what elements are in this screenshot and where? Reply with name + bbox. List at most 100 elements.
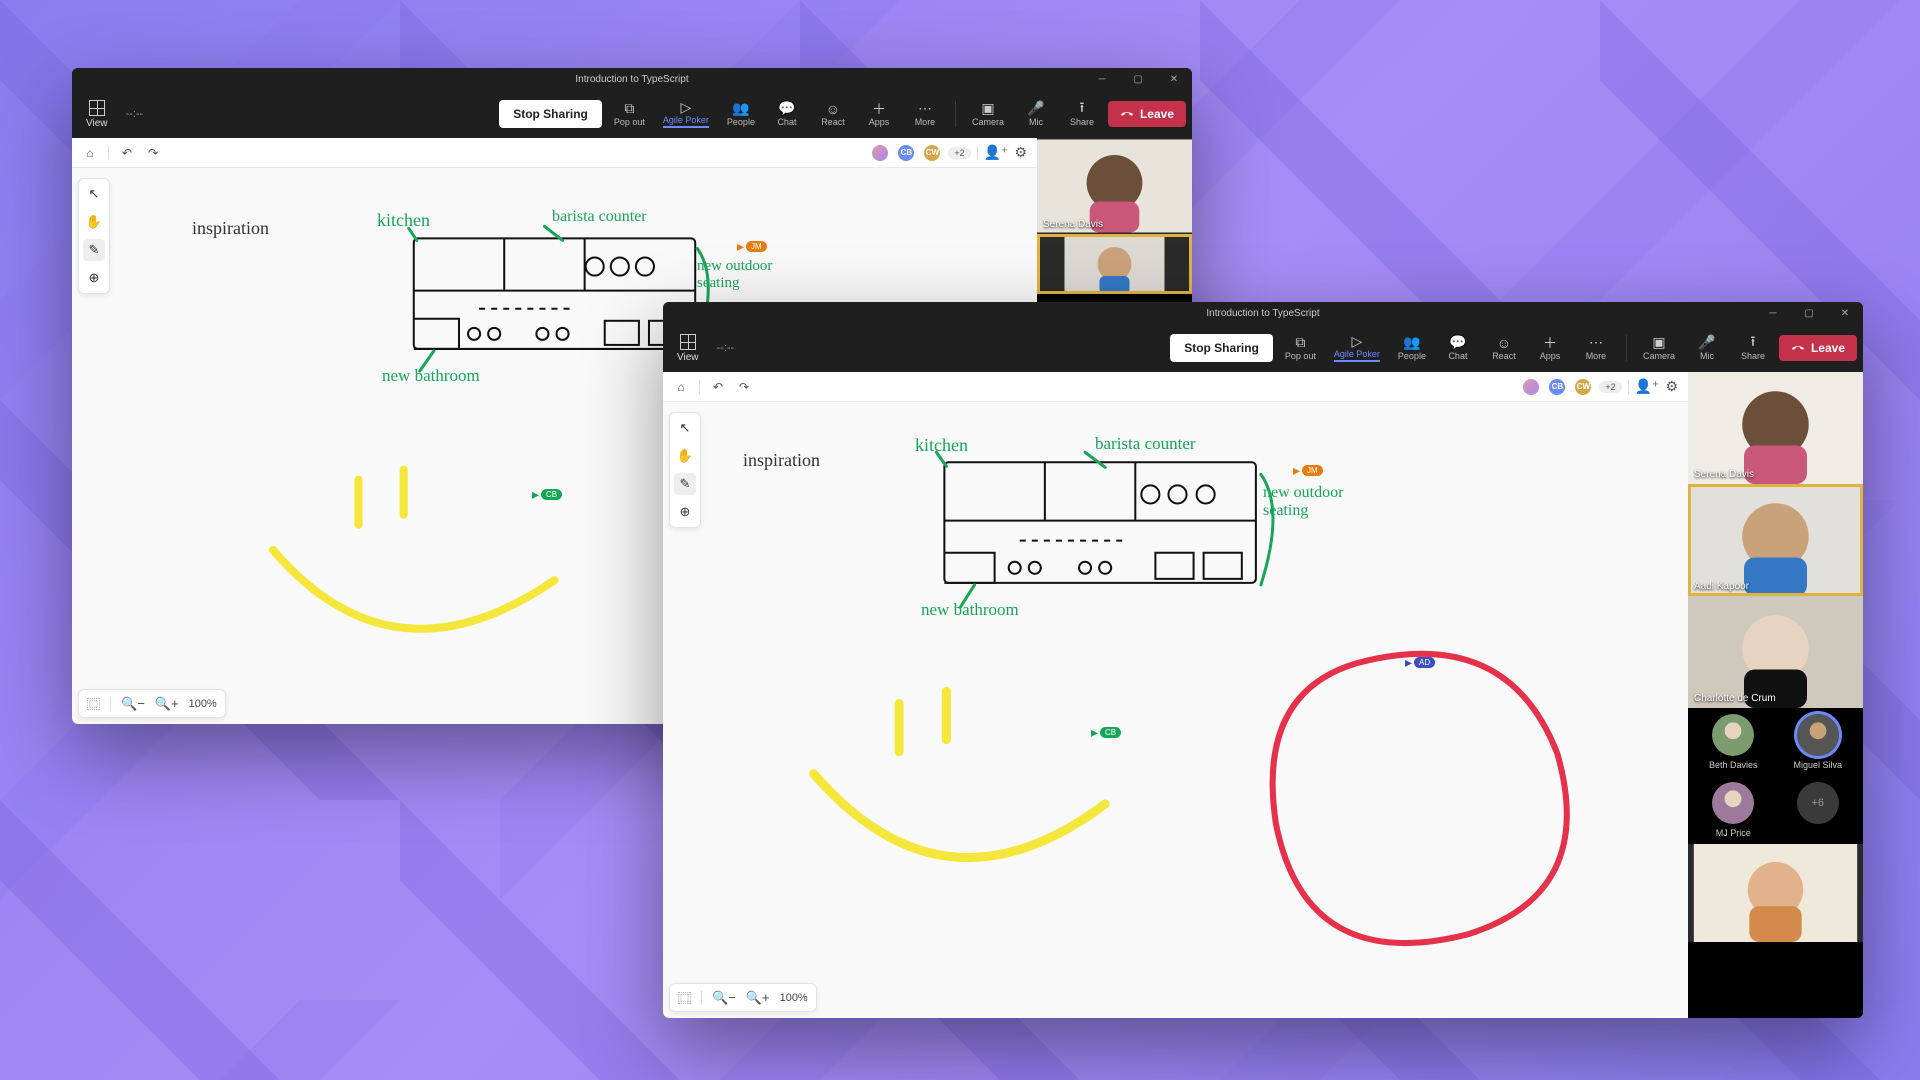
collab-avatar[interactable]: CW [922,143,942,163]
participant-tile[interactable]: Serena Davis [1688,372,1863,484]
settings-icon[interactable]: ⚙ [1665,378,1678,395]
maximize-button[interactable]: ▢ [1791,302,1827,324]
select-tool[interactable]: ↖ [83,183,105,205]
participant-name: Serena Davis [1694,469,1754,480]
zoom-in-button[interactable]: 🔍+ [746,990,770,1006]
participant-more[interactable]: +6 [1797,782,1839,838]
select-tool[interactable]: ↖ [674,417,696,439]
participant-tile[interactable] [1037,234,1192,294]
agile-poker-button[interactable]: ▷Agile Poker [1328,332,1386,364]
more-button[interactable]: ⋯More [1576,334,1616,363]
collab-avatar[interactable]: CW [1573,377,1593,397]
home-icon[interactable]: ⌂ [82,145,98,161]
stop-sharing-button[interactable]: Stop Sharing [1170,334,1273,362]
ink-text-inspiration: inspiration [743,450,820,471]
people-button[interactable]: 👥People [1392,334,1432,363]
people-icon: 👥 [1404,336,1420,350]
grid-icon [89,100,105,116]
tool-tray: ↖ ✋ ✎ ⊕ [78,178,110,294]
undo-button[interactable]: ↶ [119,145,135,161]
ink-text-bathroom: new bathroom [921,600,1019,620]
ink-layer [663,402,1688,1018]
collab-avatar[interactable]: CB [1547,377,1567,397]
react-button[interactable]: ☺React [1484,334,1524,363]
map-icon[interactable]: ⿴ [678,988,691,1007]
participant-avatar[interactable]: Miguel Silva [1793,714,1842,770]
popout-button[interactable]: ⧉Pop out [1279,334,1322,363]
zoom-tray: ⿴ 🔍− 🔍+ 100% [669,983,817,1012]
participant-self-tile[interactable] [1688,844,1863,942]
stop-sharing-button[interactable]: Stop Sharing [499,100,602,128]
camera-icon: ▣ [1651,336,1667,350]
window-title: Introduction to TypeScript [1206,308,1319,319]
leave-button[interactable]: Leave [1779,335,1857,361]
view-button[interactable]: View [669,330,707,367]
share-button[interactable]: ⭱Share [1062,100,1102,129]
home-icon[interactable]: ⌂ [673,379,689,395]
collab-more-badge[interactable]: +2 [948,147,970,159]
ink-text-bathroom: new bathroom [382,366,480,386]
people-button[interactable]: 👥People [721,100,761,129]
title-bar: Introduction to TypeScript ─ ▢ ✕ [72,68,1192,90]
pen-tool[interactable]: ✎ [83,239,105,261]
collab-more-badge[interactable]: +2 [1599,381,1621,393]
settings-icon[interactable]: ⚙ [1014,144,1027,161]
ink-text-outdoor: new outdoor seating [697,258,777,291]
collab-avatar[interactable]: CB [896,143,916,163]
zoom-out-button[interactable]: 🔍− [712,990,736,1006]
ellipsis-icon: ⋯ [917,102,933,116]
collab-avatar[interactable] [870,143,890,163]
participant-tile[interactable]: Charlotte de Crum [1688,596,1863,708]
popout-button[interactable]: ⧉Pop out [608,100,651,129]
add-tool[interactable]: ⊕ [674,501,696,523]
minimize-button[interactable]: ─ [1084,68,1120,90]
zoom-out-button[interactable]: 🔍− [121,696,145,712]
redo-button[interactable]: ↷ [736,379,752,395]
whiteboard-canvas[interactable]: ↖ ✋ ✎ ⊕ [663,402,1688,1018]
redo-button[interactable]: ↷ [145,145,161,161]
camera-button[interactable]: ▣Camera [1637,334,1681,363]
close-button[interactable]: ✕ [1827,302,1863,324]
people-icon: 👥 [733,102,749,116]
hangup-icon [1791,341,1805,355]
apps-button[interactable]: ＋Apps [1530,334,1570,363]
more-button[interactable]: ⋯More [905,100,945,129]
collab-avatar[interactable] [1521,377,1541,397]
zoom-in-button[interactable]: 🔍+ [155,696,179,712]
react-icon: ☺ [825,102,841,116]
popout-icon: ⧉ [621,102,637,116]
zoom-tray: ⿴ 🔍− 🔍+ 100% [78,689,226,718]
map-icon[interactable]: ⿴ [87,694,100,713]
pan-tool[interactable]: ✋ [674,445,696,467]
undo-button[interactable]: ↶ [710,379,726,395]
participant-tile[interactable]: Serena Davis [1037,138,1192,234]
mic-button[interactable]: 🎤Mic [1016,100,1056,129]
chat-button[interactable]: 💬Chat [767,100,807,129]
minimize-button[interactable]: ─ [1755,302,1791,324]
canvas-toolbar: ⌂ ↶ ↷ CB CW +2 👤⁺ ⚙ [72,138,1037,168]
view-button[interactable]: View [78,96,116,133]
play-icon: ▷ [1349,334,1365,348]
camera-button[interactable]: ▣Camera [966,100,1010,129]
add-tool[interactable]: ⊕ [83,267,105,289]
grid-icon [680,334,696,350]
meeting-toolbar: View --:-- Stop Sharing ⧉Pop out ▷Agile … [72,90,1192,138]
chat-button[interactable]: 💬Chat [1438,334,1478,363]
participant-row: MJ Price +6 [1688,776,1863,844]
add-user-icon[interactable]: 👤⁺ [1635,378,1660,395]
agile-poker-button[interactable]: ▷Agile Poker [657,98,715,130]
leave-button[interactable]: Leave [1108,101,1186,127]
participant-avatar[interactable]: MJ Price [1712,782,1754,838]
participant-avatar[interactable]: Beth Davies [1709,714,1758,770]
maximize-button[interactable]: ▢ [1120,68,1156,90]
close-button[interactable]: ✕ [1156,68,1192,90]
add-user-icon[interactable]: 👤⁺ [984,144,1009,161]
pan-tool[interactable]: ✋ [83,211,105,233]
share-button[interactable]: ⭱Share [1733,334,1773,363]
ink-text-outdoor: new outdoor seating [1263,484,1353,519]
mic-button[interactable]: 🎤Mic [1687,334,1727,363]
participant-tile[interactable]: Aadi Kapoor [1688,484,1863,596]
react-button[interactable]: ☺React [813,100,853,129]
pen-tool[interactable]: ✎ [674,473,696,495]
apps-button[interactable]: ＋Apps [859,100,899,129]
